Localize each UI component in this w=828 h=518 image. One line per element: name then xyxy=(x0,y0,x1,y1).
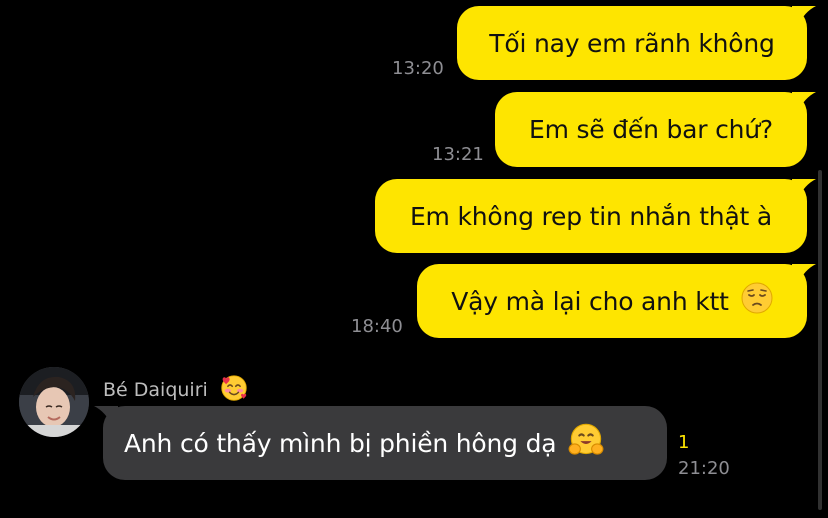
outgoing-message[interactable]: Vậy mà lại cho anh ktt xyxy=(417,264,816,338)
message-timestamp: 21:20 xyxy=(678,458,730,479)
sender-name[interactable]: Bé Daiquiri xyxy=(103,374,248,407)
bubble-tail-icon xyxy=(792,6,816,26)
message-text: Tối nay em rãnh không xyxy=(489,28,775,58)
message-timestamp: 18:40 xyxy=(351,316,403,337)
message-timestamp: 13:20 xyxy=(392,58,444,79)
message-text: Anh có thấy mình bị phiền hông dạ xyxy=(124,428,557,458)
smiling-face-with-hearts-emoji-icon xyxy=(220,374,248,407)
message-text: Em không rep tin nhắn thật à xyxy=(409,201,773,231)
outgoing-message[interactable]: Tối nay em rãnh không xyxy=(457,6,816,80)
hugging-face-emoji-icon xyxy=(568,422,604,464)
message-text: Em sẽ đến bar chứ? xyxy=(528,115,773,144)
scrollbar[interactable] xyxy=(818,170,822,510)
avatar[interactable] xyxy=(19,367,89,437)
pensive-face-emoji-icon xyxy=(741,282,773,320)
outgoing-message[interactable]: Em sẽ đến bar chứ? xyxy=(495,92,816,167)
unread-count: 1 xyxy=(678,432,690,453)
message-text: Vậy mà lại cho anh ktt xyxy=(451,286,729,316)
chat-screen: Tối nay em rãnh không 13:20 Em sẽ đến ba… xyxy=(0,0,828,518)
bubble-tail-icon xyxy=(792,264,816,284)
incoming-message[interactable]: Anh có thấy mình bị phiền hông dạ xyxy=(94,406,667,480)
bubble-tail-icon xyxy=(792,92,816,112)
bubble-tail-icon xyxy=(94,406,118,426)
message-timestamp: 13:21 xyxy=(432,144,484,165)
bubble-tail-icon xyxy=(792,179,816,199)
outgoing-message[interactable]: Em không rep tin nhắn thật à xyxy=(375,179,816,253)
profile-photo-icon xyxy=(19,367,89,437)
